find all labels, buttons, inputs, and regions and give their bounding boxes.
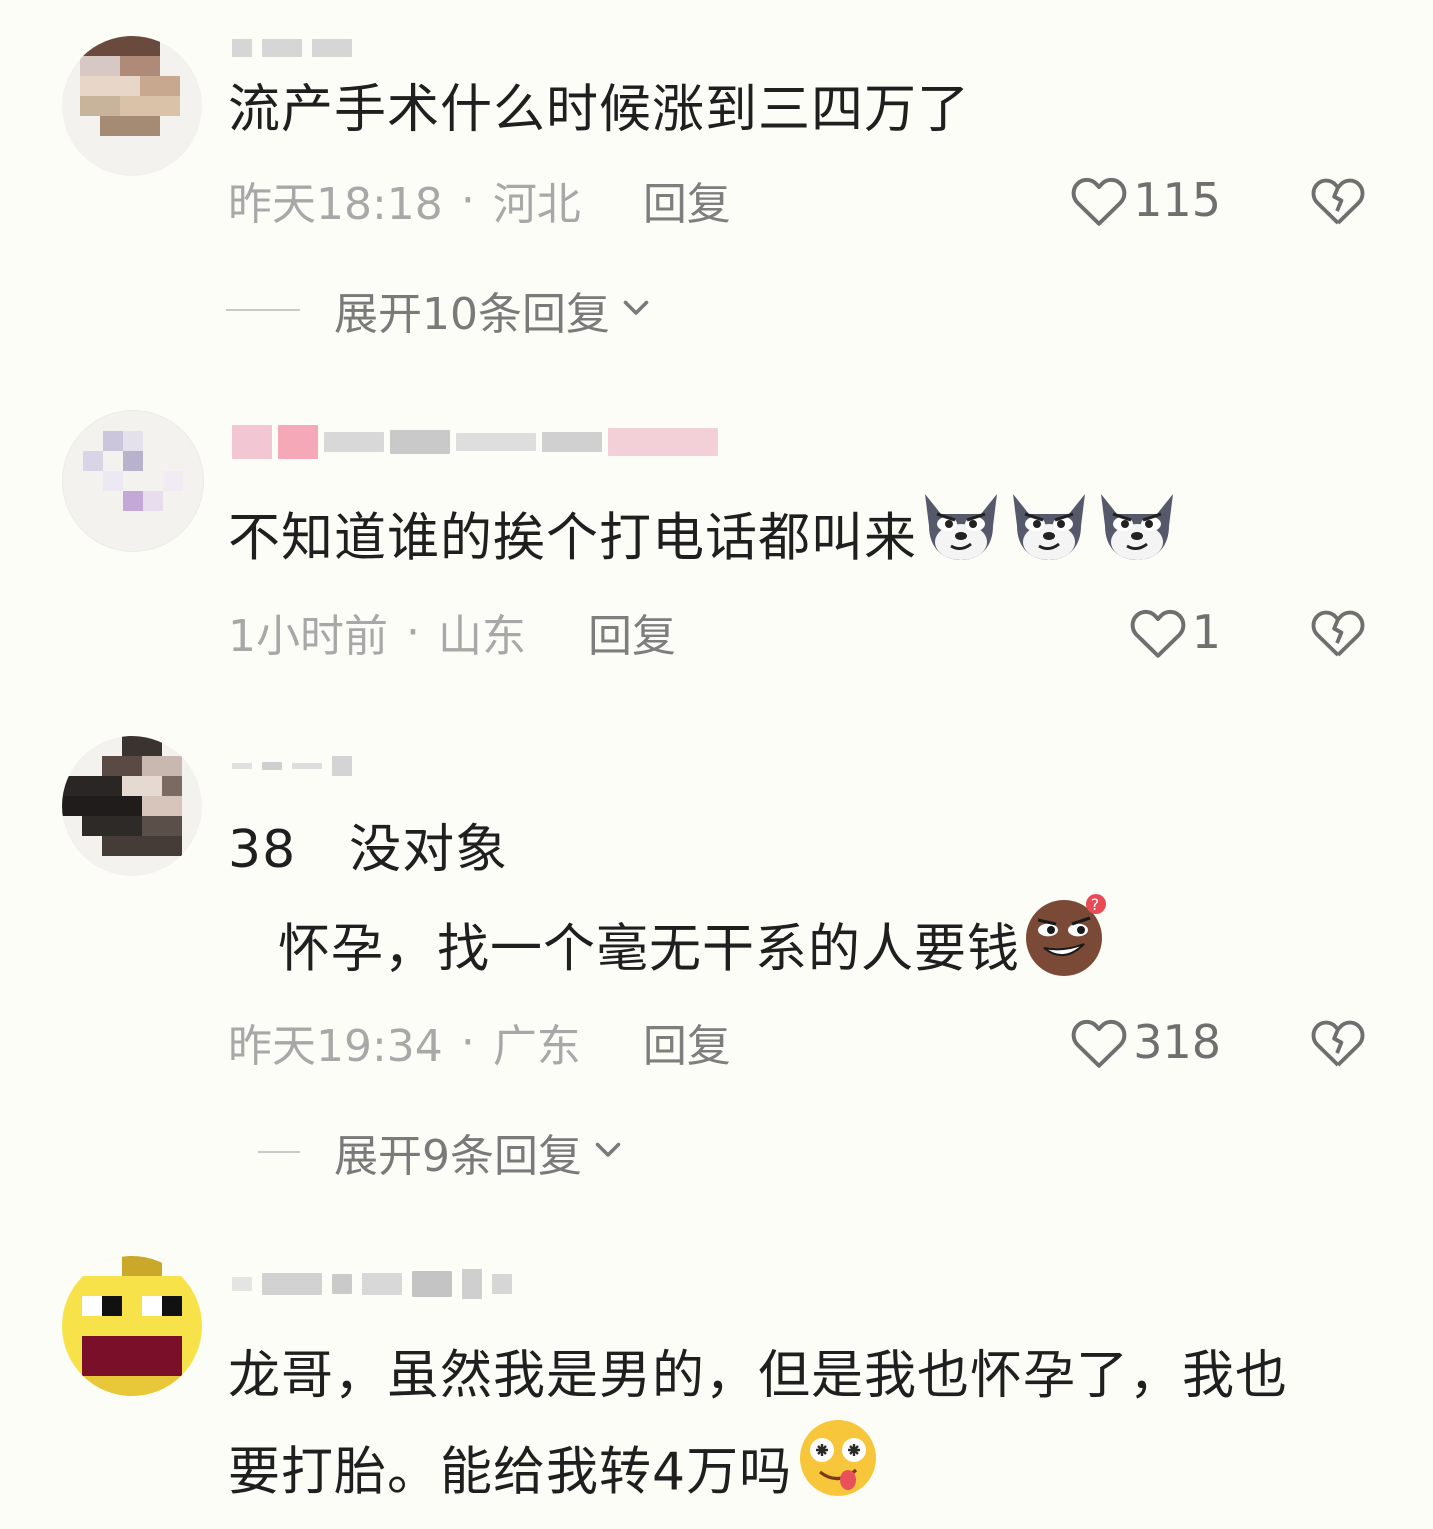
username-mosaic (456, 433, 536, 451)
comment-time: 昨天18:18 (228, 179, 443, 230)
username-mosaic (262, 762, 282, 770)
username-mosaic (324, 432, 384, 452)
divider (258, 1151, 300, 1153)
username-mosaic (462, 1269, 482, 1299)
username-mosaic (292, 763, 322, 769)
username-mosaic (232, 763, 252, 769)
comment-text: 38 没对象 (228, 820, 509, 880)
comment-meta: 昨天19:34 · 广东 回复 (228, 1010, 731, 1074)
comment-meta: 1小时前 · 山东 回复 (228, 600, 676, 664)
comment-time: 1小时前 (228, 611, 388, 662)
username-mosaic (278, 425, 318, 459)
divider (226, 309, 300, 311)
svg-text:?: ? (1091, 895, 1102, 914)
username[interactable] (232, 34, 352, 62)
comment-text: 流产手术什么时候涨到三四万了 (228, 80, 971, 140)
avatar[interactable] (62, 410, 204, 552)
reply-button[interactable]: 回复 (588, 600, 676, 664)
dislike-button[interactable] (1308, 170, 1368, 230)
comment-location: 山东 (438, 611, 526, 662)
username-mosaic (390, 430, 450, 454)
drool-emoji (792, 1414, 884, 1529)
comment-text-body: 怀孕，找一个毫无干系的人要钱 (278, 919, 1021, 980)
heart-icon (1069, 172, 1129, 228)
like-count: 318 (1133, 1015, 1221, 1069)
username-mosaic (362, 1273, 402, 1295)
like-button[interactable]: 318 (1069, 1012, 1221, 1072)
comment-text: 龙哥，虽然我是男的，但是我也怀孕了，我也 (228, 1346, 1289, 1406)
dislike-button[interactable] (1308, 602, 1368, 662)
wolf-emoji (1005, 482, 1093, 593)
comment-meta: 昨天18:18 · 河北 回复 (228, 168, 731, 232)
comment-text-body: 要打胎。能给我转4万吗 (228, 1442, 793, 1503)
username[interactable] (232, 752, 352, 780)
username-mosaic (332, 756, 352, 776)
like-count: 1 (1191, 605, 1221, 659)
heart-icon (1128, 604, 1188, 660)
broken-heart-icon (1309, 1015, 1367, 1069)
chevron-down-icon (618, 285, 654, 336)
username-mosaic (262, 1273, 322, 1295)
dislike-button[interactable] (1308, 1012, 1368, 1072)
expand-replies-label: 展开10条回复 (334, 289, 610, 340)
username[interactable] (232, 425, 718, 459)
like-button[interactable]: 1 (1128, 602, 1221, 662)
comment-text-body: 不知道谁的挨个打电话都叫来 (228, 508, 918, 569)
wolf-emoji (917, 482, 1005, 593)
username-mosaic (608, 428, 718, 456)
comment-text: 要打胎。能给我转4万吗 (228, 1420, 884, 1529)
username-mosaic (262, 39, 302, 57)
smirk-emoji: ? (1020, 888, 1112, 1009)
like-button[interactable]: 115 (1069, 170, 1221, 230)
chevron-down-icon (590, 1127, 626, 1178)
reply-button[interactable]: 回复 (643, 1010, 731, 1074)
broken-heart-icon (1309, 173, 1367, 227)
expand-replies-button[interactable]: 展开9条回复 (258, 1122, 626, 1182)
broken-heart-icon (1309, 605, 1367, 659)
separator-dot: · (460, 174, 475, 226)
reply-button[interactable]: 回复 (643, 168, 731, 232)
username-mosaic (332, 1274, 352, 1294)
comment-location: 广东 (492, 1021, 581, 1072)
username-mosaic (412, 1271, 452, 1297)
username-mosaic (542, 432, 602, 452)
username-mosaic (232, 39, 252, 57)
avatar[interactable] (62, 736, 202, 876)
username-mosaic (232, 1277, 252, 1291)
expand-replies-label: 展开9条回复 (334, 1131, 582, 1182)
avatar[interactable] (62, 36, 202, 176)
comment-text: 怀孕，找一个毫无干系的人要钱? (278, 894, 1112, 1009)
separator-dot: · (406, 606, 420, 658)
heart-icon (1069, 1014, 1129, 1070)
username-mosaic (232, 425, 272, 459)
expand-replies-button[interactable]: 展开10条回复 (226, 280, 654, 340)
comment-location: 河北 (492, 179, 581, 230)
username[interactable] (232, 1269, 512, 1299)
comment-text: 不知道谁的挨个打电话都叫来 (228, 490, 1181, 593)
comment-time: 昨天19:34 (228, 1021, 443, 1072)
username-mosaic (312, 39, 352, 57)
avatar[interactable] (62, 1256, 202, 1396)
username-mosaic (492, 1274, 512, 1294)
wolf-emoji (1093, 482, 1181, 593)
separator-dot: · (460, 1016, 475, 1068)
like-count: 115 (1133, 173, 1221, 227)
